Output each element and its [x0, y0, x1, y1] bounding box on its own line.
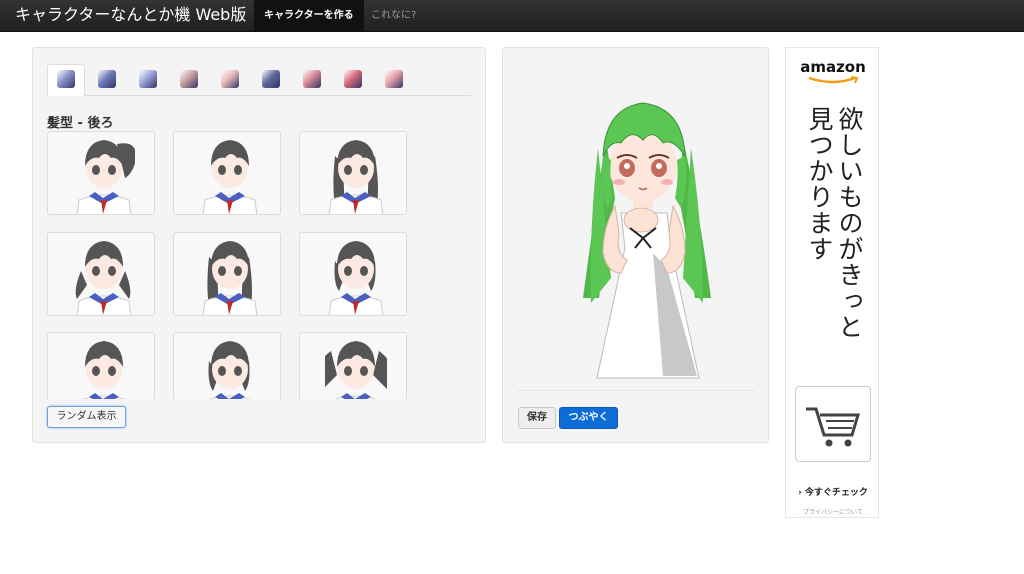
- preview-panel: 保存 つぶやく: [502, 47, 769, 443]
- hair-option[interactable]: [47, 131, 155, 215]
- hair-option[interactable]: [47, 232, 155, 316]
- tab-hair-back[interactable]: [47, 64, 85, 96]
- hair-thumbnail-icon: [328, 140, 384, 214]
- hair-thumbnail-icon: [202, 241, 258, 315]
- navbar: キャラクターなんとか機 Web版 キャラクターを作る これなに?: [0, 0, 1024, 32]
- hair-option[interactable]: [173, 332, 281, 399]
- hair-options-grid[interactable]: [47, 131, 477, 399]
- shopping-cart-icon: [806, 407, 861, 447]
- hair-thumbnail-icon: [75, 241, 132, 315]
- character-preview: [583, 102, 711, 379]
- nav-what-is-this[interactable]: これなに?: [371, 0, 416, 31]
- hair-option[interactable]: [173, 131, 281, 215]
- tweet-button[interactable]: つぶやく: [559, 407, 618, 429]
- tab-ears[interactable]: [335, 65, 373, 95]
- random-display-button[interactable]: ランダム表示: [47, 406, 126, 428]
- hair-thumbnail-icon: [76, 140, 135, 214]
- amazon-logo: amazon: [786, 58, 880, 84]
- hair-thumbnail-icon: [325, 341, 387, 399]
- hair-thumbnail-icon: [83, 341, 125, 399]
- ears-icon: [344, 70, 362, 88]
- hair-back-icon: [57, 70, 75, 88]
- hair-front-icon: [98, 70, 116, 88]
- tab-eyebrows[interactable]: [171, 65, 209, 95]
- hair-option[interactable]: [47, 332, 155, 399]
- ad-slogan: 欲しいものがきっと見つかります: [805, 106, 864, 340]
- save-button[interactable]: 保存: [518, 407, 556, 429]
- app-brand[interactable]: キャラクターなんとか機 Web版: [15, 4, 246, 26]
- face-icon: [221, 70, 239, 88]
- hair-option[interactable]: [173, 232, 281, 316]
- tab-cheeks[interactable]: [376, 65, 414, 95]
- section-title: 髪型 - 後ろ: [47, 116, 114, 131]
- parts-editor-panel: 髪型 - 後ろ ランダム表示: [32, 47, 486, 443]
- cart-box[interactable]: [795, 386, 871, 462]
- parts-tabs: [47, 63, 471, 96]
- tab-eyes[interactable]: [253, 65, 291, 95]
- hair-thumbnail-icon: [202, 140, 258, 214]
- tab-hair-side[interactable]: [130, 65, 168, 95]
- hair-option[interactable]: [299, 131, 407, 215]
- privacy-link[interactable]: プライバシーについて: [786, 507, 880, 516]
- eyebrows-icon: [180, 70, 198, 88]
- tab-face[interactable]: [212, 65, 250, 95]
- eyes-icon: [262, 70, 280, 88]
- hair-thumbnail-icon: [328, 241, 384, 315]
- check-now-link[interactable]: › 今すぐチェック: [786, 485, 880, 498]
- cheeks-icon: [385, 70, 403, 88]
- mouth-icon: [303, 70, 321, 88]
- tab-mouth[interactable]: [294, 65, 332, 95]
- tab-hair-front[interactable]: [89, 65, 127, 95]
- nav-make-character[interactable]: キャラクターを作る: [254, 0, 364, 31]
- amazon-smile-icon: [808, 76, 859, 84]
- hair-option[interactable]: [299, 232, 407, 316]
- preview-divider: [517, 390, 755, 391]
- amazon-ad[interactable]: amazon 欲しいものがきっと見つかります › 今すぐチェック プライバシーに…: [785, 47, 879, 518]
- hair-option[interactable]: [299, 332, 407, 399]
- amazon-logo-text: amazon: [800, 58, 866, 76]
- hair-side-icon: [139, 70, 157, 88]
- hair-thumbnail-icon: [208, 341, 251, 399]
